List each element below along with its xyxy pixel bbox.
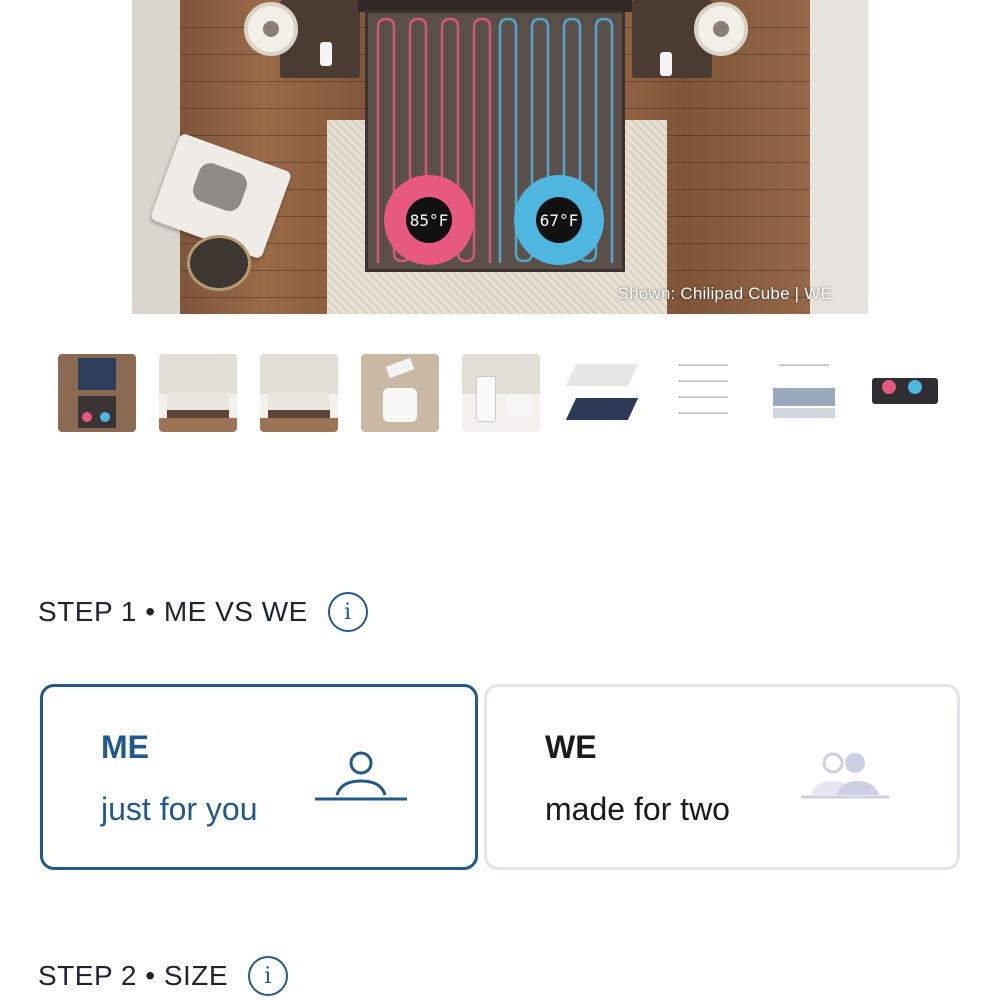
hero-phone-left — [320, 42, 332, 66]
thumb-pad-comparison[interactable] — [563, 354, 641, 432]
thumb-dual-pads[interactable] — [58, 354, 136, 432]
step1-title: STEP 1 • ME VS WE — [38, 596, 308, 627]
thumb-dual-zone[interactable] — [866, 354, 944, 432]
thumb-cube — [383, 388, 417, 422]
hero-temp-left: 85°F — [406, 197, 452, 243]
thumb-remote-mini — [385, 357, 415, 379]
thumb-layer-base — [773, 408, 835, 418]
hero-basket — [187, 235, 251, 291]
thumb-cube-small — [506, 394, 532, 416]
thumb-cooling-layers[interactable] — [765, 354, 843, 432]
hero-lamp-left — [244, 2, 298, 56]
single-person-icon — [315, 751, 407, 801]
thumb-dot-pink-2 — [882, 380, 896, 394]
info-icon[interactable]: i — [327, 592, 368, 632]
thumb-pad-top — [78, 358, 116, 390]
hero-caption: Shown: Chilipad Cube | WE — [617, 284, 832, 303]
thumb-bedroom-2[interactable] — [260, 354, 338, 432]
option-me[interactable]: ME just for you — [40, 684, 478, 870]
thumb-layer — [773, 388, 835, 406]
option-we-title: WE — [545, 729, 597, 765]
thumb-info-sheet[interactable] — [664, 354, 742, 432]
thumb-dot-pink — [82, 412, 92, 422]
hero-wall-right — [810, 0, 868, 314]
hero-phone-right — [660, 52, 672, 76]
step1-header: STEP 1 • ME VS WE i — [38, 592, 368, 632]
thumb-remote-device — [476, 376, 496, 422]
option-we[interactable]: WE made for two — [484, 684, 960, 870]
thumb-bedroom-1[interactable] — [159, 354, 237, 432]
step2-header: STEP 2 • SIZE i — [38, 956, 289, 996]
hero-temp-dial-right: 67°F — [514, 175, 604, 265]
thumb-control-unit[interactable] — [361, 354, 439, 432]
product-hero-image[interactable]: 85°F 67°F Shown: Chilipad Cube | WE — [132, 0, 868, 314]
hero-lamp-right — [694, 2, 748, 56]
thumb-dot-blue-2 — [908, 380, 922, 394]
thumb-remote[interactable] — [462, 354, 540, 432]
thumbnail-strip — [58, 354, 948, 432]
thumb-bed-dark — [872, 378, 938, 404]
option-we-subtitle: made for two — [545, 791, 730, 827]
step2-title: STEP 2 • SIZE — [38, 960, 229, 991]
thumb-dot-blue — [100, 412, 110, 422]
option-me-title: ME — [101, 729, 149, 765]
option-me-subtitle: just for you — [101, 791, 258, 827]
info-icon[interactable]: i — [248, 956, 289, 996]
hero-temp-right: 67°F — [536, 197, 582, 243]
two-people-icon — [801, 752, 889, 799]
hero-temp-dial-left: 85°F — [384, 175, 474, 265]
